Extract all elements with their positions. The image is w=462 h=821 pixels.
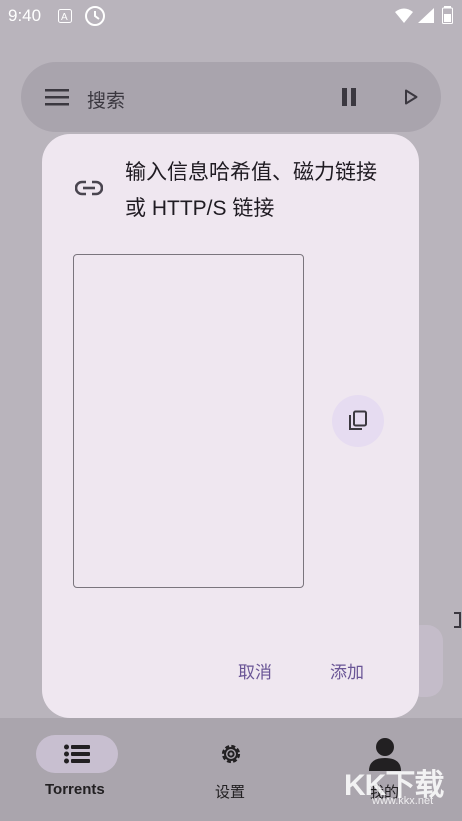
edge-bracket-icon — [454, 612, 461, 628]
status-bar: 9:40 A — [0, 0, 462, 32]
search-input[interactable]: 搜索 — [87, 86, 125, 113]
pause-icon[interactable] — [340, 88, 358, 106]
svg-text:A: A — [61, 12, 68, 23]
list-icon[interactable] — [64, 744, 90, 764]
add-button[interactable]: 添加 — [330, 658, 364, 683]
cancel-button[interactable]: 取消 — [238, 658, 272, 683]
menu-icon[interactable] — [45, 88, 69, 106]
paste-icon[interactable] — [346, 409, 370, 433]
status-time: 9:40 — [8, 6, 42, 25]
nav-item-settings[interactable]: 设置 — [215, 781, 245, 802]
play-icon[interactable] — [404, 89, 418, 105]
nav-item-torrents[interactable]: Torrents — [45, 781, 105, 798]
gear-icon[interactable] — [218, 741, 244, 767]
signal-icon — [418, 8, 434, 23]
a-letter-icon: A — [58, 9, 72, 23]
link-icon — [75, 180, 103, 196]
clock-badge-icon — [85, 6, 105, 26]
wifi-icon — [395, 8, 413, 23]
search-bar[interactable] — [21, 62, 441, 132]
watermark-url: www.kkx.net — [372, 795, 434, 807]
battery-icon — [442, 6, 453, 24]
magnet-link-input[interactable] — [73, 254, 304, 588]
dialog-title: 输入信息哈希值、磁力链接或 HTTP/S 链接 — [125, 161, 377, 220]
